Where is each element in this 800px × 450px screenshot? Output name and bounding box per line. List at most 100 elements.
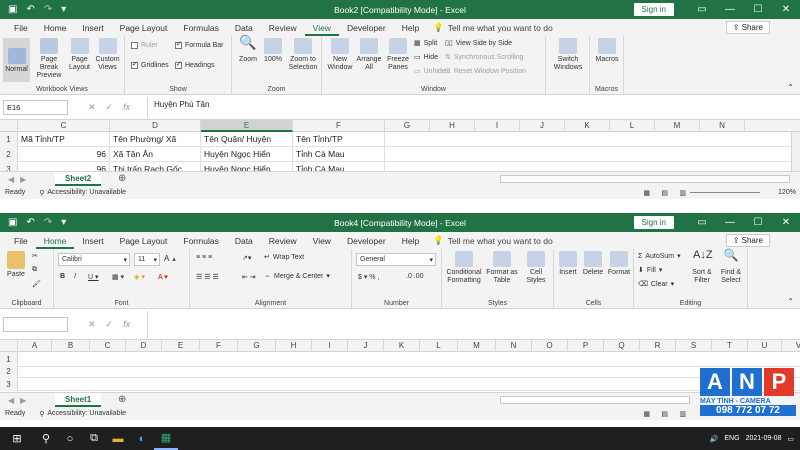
windows-start-icon[interactable]: ⊞	[0, 427, 34, 450]
split-button[interactable]: ▦ Split	[414, 39, 437, 48]
enter-icon[interactable]: ✓	[106, 102, 114, 113]
col-header-a[interactable]: A	[18, 340, 52, 352]
search-icon[interactable]: ⚲	[34, 427, 58, 450]
excel-taskbar-icon[interactable]: ▦	[154, 427, 178, 450]
insert-function-icon[interactable]: fx	[123, 319, 130, 330]
bold-icon[interactable]: B	[60, 273, 65, 280]
wrap-text-button[interactable]: ↵ Wrap Text	[264, 253, 304, 262]
find-select-button[interactable]: 🔍 Find & Select	[717, 249, 745, 285]
task-view-icon[interactable]: ⧉	[82, 427, 106, 450]
cell[interactable]: Thị trấn Rạch Gốc	[110, 162, 201, 171]
italic-icon[interactable]: I	[74, 273, 76, 280]
borders-icon[interactable]: ▦ ▾	[112, 273, 124, 281]
col-header-d[interactable]: D	[110, 120, 201, 132]
cancel-icon[interactable]: ✕	[88, 102, 96, 113]
col-header-n[interactable]: N	[496, 340, 532, 352]
zoom-100-button[interactable]: 100%	[262, 38, 284, 64]
undo-icon[interactable]: ↶	[26, 4, 34, 15]
font-name-select[interactable]: Calibri ▾	[58, 253, 130, 266]
horizontal-scrollbar[interactable]	[500, 396, 690, 404]
col-header-e[interactable]: E	[162, 340, 200, 352]
sheet-tab[interactable]: Sheet1	[55, 393, 102, 407]
increase-font-icon[interactable]: A ▴	[164, 254, 176, 263]
sort-filter-button[interactable]: A↓Z Sort & Filter	[688, 250, 716, 285]
clock-date[interactable]: 2021-09-08	[746, 435, 782, 442]
switch-windows-button[interactable]: Switch Windows	[550, 38, 586, 72]
currency-icon[interactable]: $ ▾ % ,	[358, 273, 379, 281]
zoom-level[interactable]: 120%	[778, 189, 796, 196]
ribbon-display-icon[interactable]: ▭	[688, 217, 716, 228]
col-header-h[interactable]: H	[430, 120, 475, 132]
font-size-select[interactable]: 11 ▾	[134, 253, 160, 266]
col-header-l[interactable]: L	[610, 120, 655, 132]
zoom-slider[interactable]	[690, 192, 760, 193]
tell-me-search[interactable]: 💡 Tell me what you want to do	[433, 22, 552, 36]
merge-center-button[interactable]: ⇔ Merge & Center ▾	[264, 272, 330, 281]
collapse-ribbon-icon[interactable]: ⌃	[787, 83, 794, 92]
undo-icon[interactable]: ↶	[26, 217, 34, 228]
conditional-formatting-button[interactable]: Conditional Formatting	[445, 251, 483, 285]
cell[interactable]: Tỉnh Cà Mau	[293, 162, 385, 171]
orientation-icon[interactable]: ↗▾	[242, 254, 251, 262]
col-header-k[interactable]: K	[384, 340, 420, 352]
col-header-g[interactable]: G	[385, 120, 430, 132]
col-header-c[interactable]: C	[18, 120, 110, 132]
underline-icon[interactable]: U ▾	[88, 273, 99, 281]
tab-view[interactable]: View	[305, 236, 339, 249]
view-side-by-side-button[interactable]: ▯▯ View Side by Side	[445, 39, 512, 48]
enter-icon[interactable]: ✓	[106, 319, 114, 330]
sheet-tab[interactable]: Sheet2	[55, 172, 102, 186]
delete-cells-button[interactable]: Delete	[581, 251, 605, 277]
save-icon[interactable]: ▣	[8, 4, 17, 15]
synchronous-scrolling-button[interactable]: ⇅ Synchronous Scrolling	[445, 53, 524, 62]
accessibility-status[interactable]: Accessibility: Unavailable	[47, 189, 126, 196]
save-icon[interactable]: ▣	[8, 217, 17, 228]
col-header-l[interactable]: L	[420, 340, 458, 352]
cell-styles-button[interactable]: Cell Styles	[521, 251, 551, 285]
sheet-nav-right-icon[interactable]: ▶	[20, 396, 26, 405]
number-format-select[interactable]: General ▾	[356, 253, 436, 266]
cell[interactable]: Tỉnh Cà Mau	[293, 147, 385, 162]
notifications-icon[interactable]: ▭	[787, 435, 794, 443]
tab-help[interactable]: Help	[394, 23, 427, 36]
tab-file[interactable]: File	[6, 236, 36, 249]
col-header-d[interactable]: D	[126, 340, 162, 352]
tab-help[interactable]: Help	[394, 236, 427, 249]
accessibility-status[interactable]: Accessibility: Unavailable	[47, 410, 126, 417]
insert-cells-button[interactable]: Insert	[556, 251, 580, 277]
page-layout-status-icon[interactable]: ▤	[661, 189, 668, 197]
col-header-r[interactable]: R	[640, 340, 676, 352]
cut-icon[interactable]: ✂	[32, 252, 38, 260]
cell[interactable]: Mã Tỉnh/TP	[18, 132, 110, 147]
tab-review[interactable]: Review	[261, 236, 305, 249]
col-header-j[interactable]: J	[348, 340, 384, 352]
worksheet-grid[interactable]: C D E F G H I J K L M N 1 Mã Tỉnh/TP Tên…	[0, 120, 800, 171]
share-button[interactable]: ⇪ Share	[725, 21, 770, 34]
fill-color-icon[interactable]: ◈ ▾	[134, 273, 145, 281]
sheet-nav-left-icon[interactable]: ◀	[8, 175, 14, 184]
col-header-i[interactable]: I	[312, 340, 348, 352]
volume-icon[interactable]: 🔊	[710, 435, 719, 443]
cell[interactable]: 96	[18, 147, 110, 162]
col-header-o[interactable]: O	[532, 340, 568, 352]
decimal-icon[interactable]: .0 .00	[406, 273, 424, 280]
minimize-icon[interactable]: —	[716, 217, 744, 228]
arrange-all-button[interactable]: Arrange All	[356, 38, 382, 72]
tab-developer[interactable]: Developer	[339, 23, 394, 36]
page-layout-status-icon[interactable]: ▤	[661, 410, 668, 418]
col-header-f[interactable]: F	[293, 120, 385, 132]
hide-button[interactable]: ▭ Hide	[414, 53, 438, 62]
redo-icon[interactable]: ↷	[44, 217, 52, 228]
cancel-icon[interactable]: ✕	[88, 319, 96, 330]
cell[interactable]: Huyện Ngọc Hiển	[201, 147, 293, 162]
copy-icon[interactable]: ⧉	[32, 266, 37, 274]
cell[interactable]: Huyện Ngọc Hiển	[201, 162, 293, 171]
sign-in-button[interactable]: Sign in	[633, 3, 674, 16]
col-header-q[interactable]: Q	[604, 340, 640, 352]
page-break-preview-button[interactable]: Page Break Preview	[32, 38, 66, 80]
formula-bar-checkbox[interactable]: Formula Bar	[175, 40, 224, 49]
headings-checkbox[interactable]: Headings	[175, 60, 215, 69]
col-header-j[interactable]: J	[520, 120, 565, 132]
close-icon[interactable]: ✕	[772, 4, 800, 15]
align-top-icon[interactable]: ≡ ≡ ≡	[196, 254, 212, 261]
